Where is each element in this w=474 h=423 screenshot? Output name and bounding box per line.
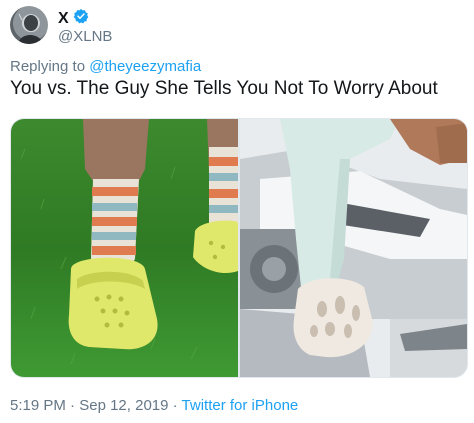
- tweet-text: You vs. The Guy She Tells You Not To Wor…: [10, 78, 438, 99]
- replying-to-label: Replying to: [10, 58, 90, 75]
- tweet-date[interactable]: Sep 12, 2019: [79, 397, 168, 414]
- tweet-source-link[interactable]: Twitter for iPhone: [182, 397, 299, 414]
- tweet-time[interactable]: 5:19 PM: [10, 397, 66, 414]
- tweet-meta: 5:19 PM · Sep 12, 2019 · Twitter for iPh…: [10, 397, 298, 414]
- yellow-crocs-photo[interactable]: [11, 119, 238, 377]
- verified-badge-icon: [73, 8, 89, 29]
- avatar[interactable]: [10, 6, 48, 44]
- user-handle[interactable]: @XLNB: [58, 28, 112, 45]
- display-name[interactable]: X: [58, 10, 69, 28]
- avatar-image: [18, 13, 43, 44]
- yeezy-foam-runner-photo[interactable]: [240, 119, 467, 377]
- meta-separator: ·: [65, 397, 80, 414]
- reply-mention-link[interactable]: @theyeezymafia: [89, 58, 201, 75]
- name-row: X: [58, 8, 89, 29]
- tweet-media[interactable]: [10, 118, 468, 378]
- meta-separator: ·: [168, 397, 182, 414]
- tweet-header: X @XLNB: [10, 6, 310, 50]
- replying-to: Replying to @theyeezymafia: [10, 58, 201, 75]
